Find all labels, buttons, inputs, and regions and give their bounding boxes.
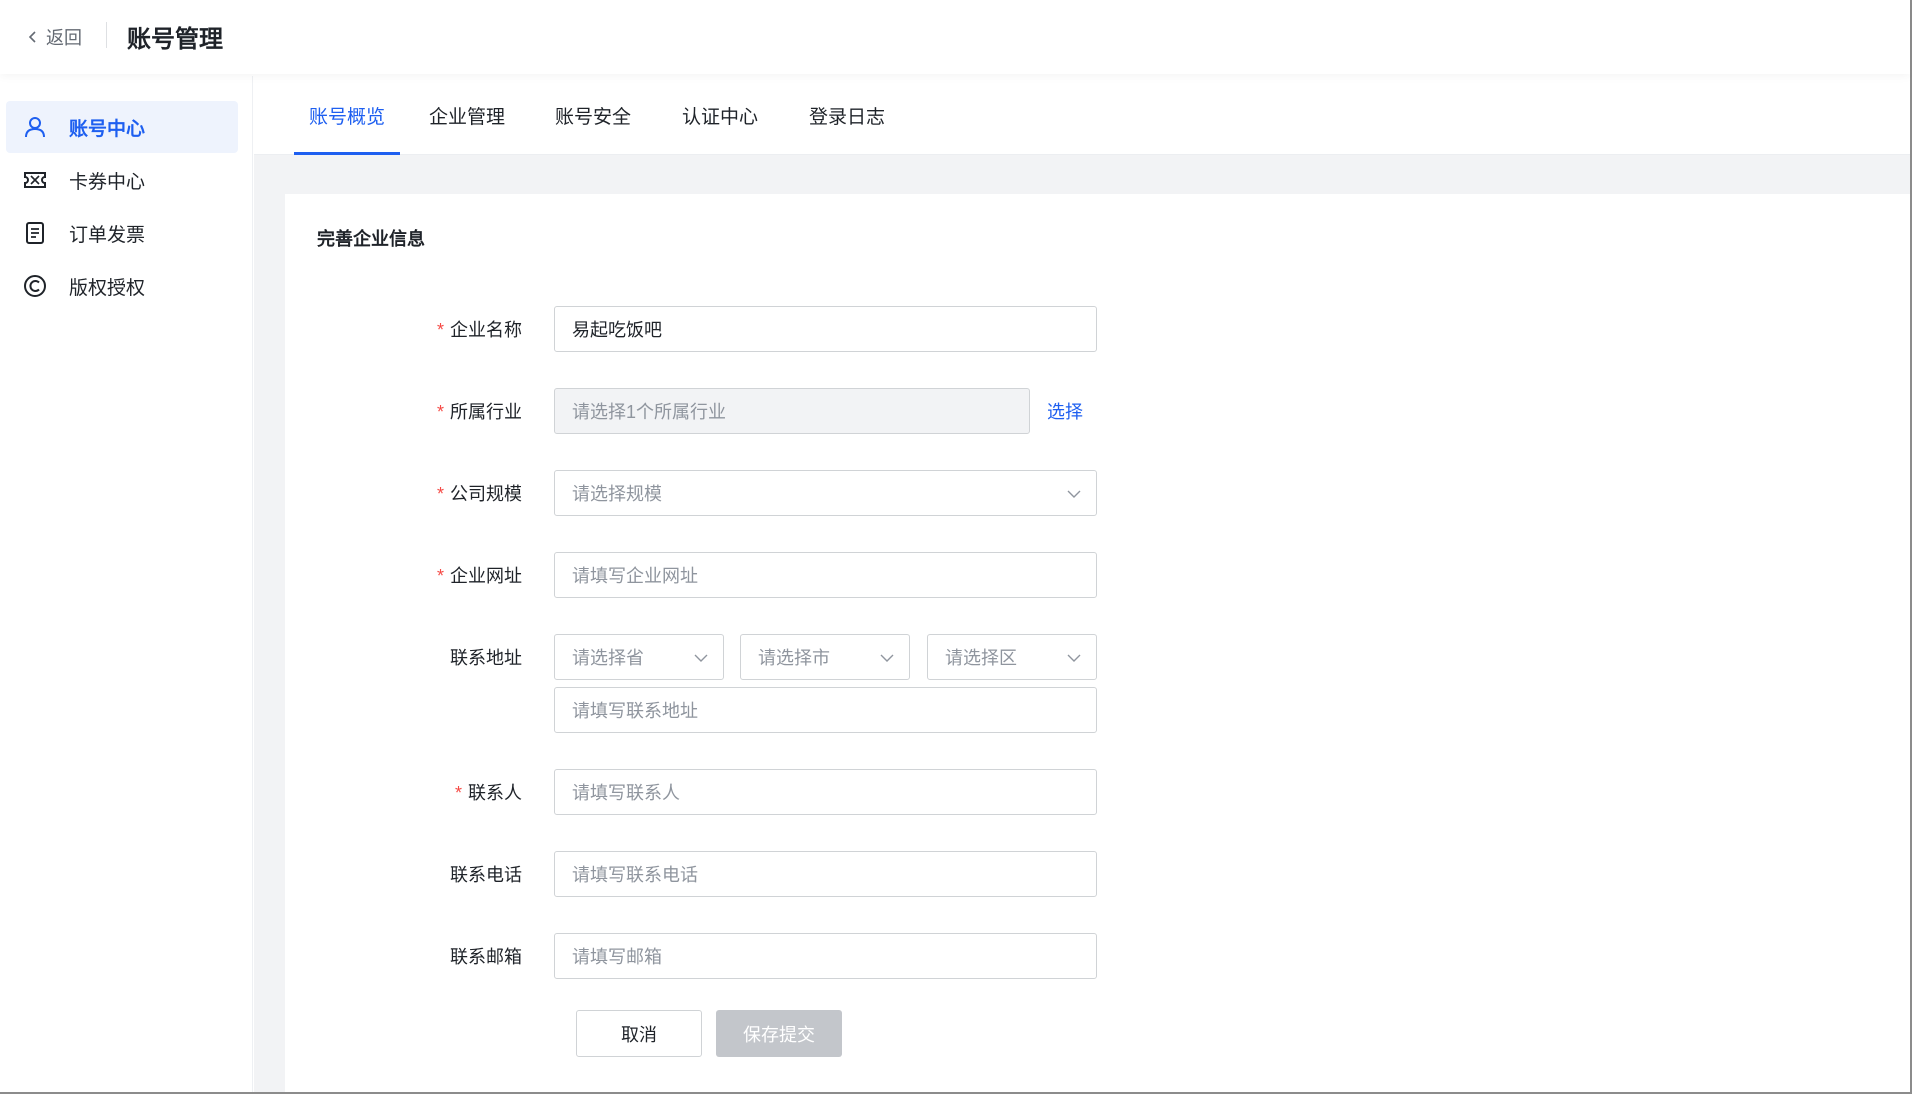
page-title: 账号管理 — [127, 26, 223, 53]
sidebar-item-coupon-center[interactable]: 卡券中心 — [6, 154, 238, 206]
required-mark: * — [454, 783, 462, 803]
scale-placeholder: 请选择规模 — [572, 484, 662, 504]
sidebar-item-copyright[interactable]: 版权授权 — [6, 260, 238, 312]
district-placeholder: 请选择区 — [945, 648, 1017, 668]
chevron-down-icon — [1067, 654, 1081, 662]
sidebar-item-label: 账号中心 — [69, 118, 146, 140]
chevron-down-icon — [880, 654, 894, 662]
header-divider — [106, 22, 107, 48]
tab-account-security[interactable]: 账号安全 — [554, 76, 632, 154]
industry-input[interactable]: 请选择1个所属行业 — [554, 388, 1030, 434]
cancel-button[interactable]: 取消 — [576, 1010, 702, 1057]
copyright-icon — [21, 272, 49, 300]
chevron-left-icon — [28, 31, 36, 43]
sidebar-item-account-center[interactable]: 账号中心 — [6, 101, 238, 153]
website-input[interactable]: 请填写企业网址 — [554, 552, 1097, 598]
sidebar-item-label: 卡券中心 — [69, 171, 146, 193]
city-select[interactable]: 请选择市 — [740, 634, 910, 680]
scale-select[interactable]: 请选择规模 — [554, 470, 1097, 516]
tab-certification-center[interactable]: 认证中心 — [681, 76, 759, 154]
company-name-input[interactable]: 易起吃饭吧 — [554, 306, 1097, 352]
sidebar-item-order-invoice[interactable]: 订单发票 — [6, 207, 238, 259]
form-title: 完善企业信息 — [317, 229, 425, 249]
save-submit-button[interactable]: 保存提交 — [716, 1010, 842, 1057]
address-detail-input[interactable]: 请填写联系地址 — [554, 687, 1097, 733]
email-input[interactable]: 请填写邮箱 — [554, 933, 1097, 979]
sidebar-item-label: 版权授权 — [69, 277, 146, 299]
email-label: 联系邮箱 — [450, 947, 522, 967]
coupon-icon — [21, 166, 49, 194]
back-button[interactable]: 返回 — [26, 24, 82, 50]
industry-label: * 所属行业 — [436, 402, 522, 422]
province-placeholder: 请选择省 — [572, 648, 644, 668]
chevron-down-icon — [1067, 490, 1081, 498]
top-bar: 返回 账号管理 — [0, 0, 1910, 74]
city-placeholder: 请选择市 — [758, 648, 830, 668]
website-label: * 企业网址 — [436, 566, 522, 586]
form-card — [285, 194, 1910, 1092]
chevron-down-icon — [694, 654, 708, 662]
province-select[interactable]: 请选择省 — [554, 634, 724, 680]
sidebar: 账号中心 卡券中心 订单发票 版权授权 — [0, 76, 253, 1092]
user-icon — [21, 113, 49, 141]
contact-label: * 联系人 — [454, 783, 522, 803]
required-mark: * — [436, 402, 444, 422]
invoice-icon — [21, 219, 49, 247]
tab-login-log[interactable]: 登录日志 — [808, 76, 886, 154]
phone-label: 联系电话 — [450, 865, 522, 885]
industry-select-link[interactable]: 选择 — [1047, 398, 1083, 424]
required-mark: * — [436, 484, 444, 504]
sidebar-item-label: 订单发票 — [69, 224, 146, 246]
required-mark: * — [436, 320, 444, 340]
tab-enterprise-management[interactable]: 企业管理 — [428, 76, 506, 154]
scale-label: * 公司规模 — [436, 484, 522, 504]
required-mark: * — [436, 566, 444, 586]
address-label: 联系地址 — [450, 648, 522, 668]
company-name-label: * 企业名称 — [436, 320, 522, 340]
tab-bar: 账号概览 企业管理 账号安全 认证中心 登录日志 — [254, 76, 1910, 155]
tab-account-overview[interactable]: 账号概览 — [294, 76, 400, 155]
back-label: 返回 — [46, 28, 82, 48]
district-select[interactable]: 请选择区 — [927, 634, 1097, 680]
phone-input[interactable]: 请填写联系电话 — [554, 851, 1097, 897]
contact-input[interactable]: 请填写联系人 — [554, 769, 1097, 815]
